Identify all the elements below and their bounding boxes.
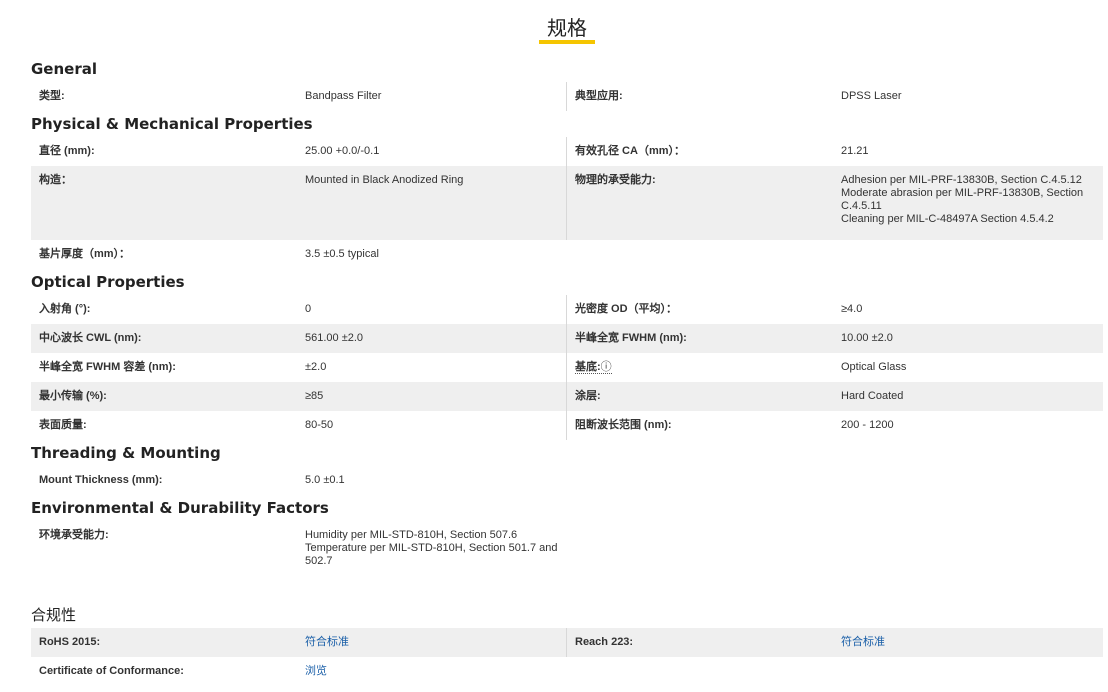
spec-label: 半峰全宽 FWHM 容差 (nm): — [39, 361, 176, 373]
page-title: 规格 — [547, 16, 587, 40]
spec-label: 物理的承受能力: — [575, 174, 656, 186]
spec-value-line: Adhesion per MIL-PRF-13830B, Section C.4… — [841, 174, 1082, 186]
spec-label: RoHS 2015: — [39, 636, 101, 648]
table-row: 表面质量: 80-50 阻断波长范围 (nm): 200 - 1200 — [31, 411, 1103, 440]
spec-value: ≥4.0 — [841, 303, 863, 315]
spec-value-line: Cleaning per MIL-C-48497A Section 4.5.4.… — [841, 213, 1054, 225]
spec-label: 类型: — [39, 90, 65, 102]
table-row: 类型: Bandpass Filter 典型应用: DPSS Laser — [31, 82, 1103, 111]
spec-label: 半峰全宽 FWHM (nm): — [575, 332, 687, 344]
info-icon[interactable]: ⓘ — [601, 361, 612, 374]
spec-label-text[interactable]: 基底:ⓘ — [575, 361, 612, 374]
spec-label: 直径 (mm): — [39, 145, 95, 157]
spec-label: 中心波长 CWL (nm): — [39, 332, 142, 344]
spec-label: 环境承受能力: — [39, 529, 109, 541]
rohs-compliance-link[interactable]: 符合标准 — [305, 636, 349, 648]
spec-label: 涂层: — [575, 390, 601, 402]
table-row: 最小传输 (%): ≥85 涂层: Hard Coated — [31, 382, 1103, 411]
reach-compliance-link[interactable]: 符合标准 — [841, 636, 885, 648]
section-heading-optical: Optical Properties — [31, 273, 185, 291]
spec-label: 最小传输 (%): — [39, 390, 107, 402]
spec-value: 5.0 ±0.1 — [305, 474, 345, 486]
table-row: 基片厚度（mm）： 3.5 ±0.5 typical — [31, 240, 1103, 269]
specifications-table: General 类型: Bandpass Filter 典型应用: DPSS L… — [31, 56, 1103, 686]
table-row: 直径 (mm): 25.00 +0.0/-0.1 有效孔径 CA（mm）： 21… — [31, 137, 1103, 166]
spec-value-line: Moderate abrasion per MIL-PRF-13830B, Se… — [841, 187, 1084, 212]
spec-value: Humidity per MIL-STD-810H, Section 507.6… — [297, 521, 567, 576]
section-heading-environmental: Environmental & Durability Factors — [31, 499, 329, 517]
spec-label: Certificate of Conformance: — [39, 665, 184, 677]
spec-label: Mount Thickness (mm): — [39, 474, 163, 486]
table-row: RoHS 2015: 符合标准 Reach 223: 符合标准 — [31, 628, 1103, 657]
spec-label: 表面质量: — [39, 419, 87, 431]
spec-value: ≥85 — [297, 382, 567, 411]
table-row: 半峰全宽 FWHM 容差 (nm): ±2.0 基底:ⓘ Optical Gla… — [31, 353, 1103, 382]
spec-label: 典型应用: — [575, 90, 623, 102]
table-row: 构造： Mounted in Black Anodized Ring 物理的承受… — [31, 166, 1103, 240]
table-row: 中心波长 CWL (nm): 561.00 ±2.0 半峰全宽 FWHM (nm… — [31, 324, 1103, 353]
table-row: Certificate of Conformance: 浏览 — [31, 657, 1103, 686]
spec-label: 构造： — [39, 174, 72, 186]
table-row: 入射角 (°): 0 光密度 OD（平均）： ≥4.0 — [31, 295, 1103, 324]
spec-value: DPSS Laser — [841, 90, 902, 102]
spec-value: 10.00 ±2.0 — [841, 332, 893, 344]
spec-value: 25.00 +0.0/-0.1 — [297, 137, 567, 166]
spec-label: 阻断波长范围 (nm): — [575, 419, 672, 431]
spec-value: 200 - 1200 — [841, 419, 894, 431]
spec-label: Reach 223: — [575, 636, 634, 648]
table-row: 环境承受能力: Humidity per MIL-STD-810H, Secti… — [31, 521, 1103, 576]
title-underline — [539, 40, 595, 44]
spec-value: 3.5 ±0.5 typical — [305, 248, 379, 260]
section-heading-general: General — [31, 60, 97, 78]
spec-value: 0 — [297, 295, 567, 324]
spec-value: Mounted in Black Anodized Ring — [297, 166, 567, 240]
certificate-view-link[interactable]: 浏览 — [305, 665, 327, 677]
spec-label: 入射角 (°): — [39, 303, 91, 315]
spec-value: 21.21 — [841, 145, 869, 157]
table-row: Mount Thickness (mm): 5.0 ±0.1 — [31, 466, 1103, 495]
spec-value: Bandpass Filter — [297, 82, 567, 111]
spec-value: 浏览 — [297, 657, 567, 686]
spec-value: 符合标准 — [833, 628, 1103, 657]
spec-value-line: Humidity per MIL-STD-810H, Section 507.6 — [305, 529, 518, 541]
spec-label: 光密度 OD（平均）： — [575, 303, 678, 315]
spec-value: Adhesion per MIL-PRF-13830B, Section C.4… — [833, 166, 1103, 240]
spec-label: 有效孔径 CA（mm）： — [575, 145, 686, 157]
spec-label-with-tooltip[interactable]: 基底:ⓘ — [567, 353, 833, 382]
spec-value-line: Temperature per MIL-STD-810H, Section 50… — [305, 542, 558, 567]
spec-value: Hard Coated — [841, 390, 904, 402]
spec-value: 561.00 ±2.0 — [297, 324, 567, 353]
section-heading-threading: Threading & Mounting — [31, 444, 221, 462]
spec-value: Optical Glass — [841, 361, 907, 373]
spec-value: 符合标准 — [297, 628, 567, 657]
spec-label: 基片厚度（mm）： — [39, 248, 131, 260]
spec-value: ±2.0 — [297, 353, 567, 382]
section-heading-compliance: 合规性 — [31, 606, 77, 624]
spec-value: 80-50 — [297, 411, 567, 440]
section-heading-physical: Physical & Mechanical Properties — [31, 115, 313, 133]
